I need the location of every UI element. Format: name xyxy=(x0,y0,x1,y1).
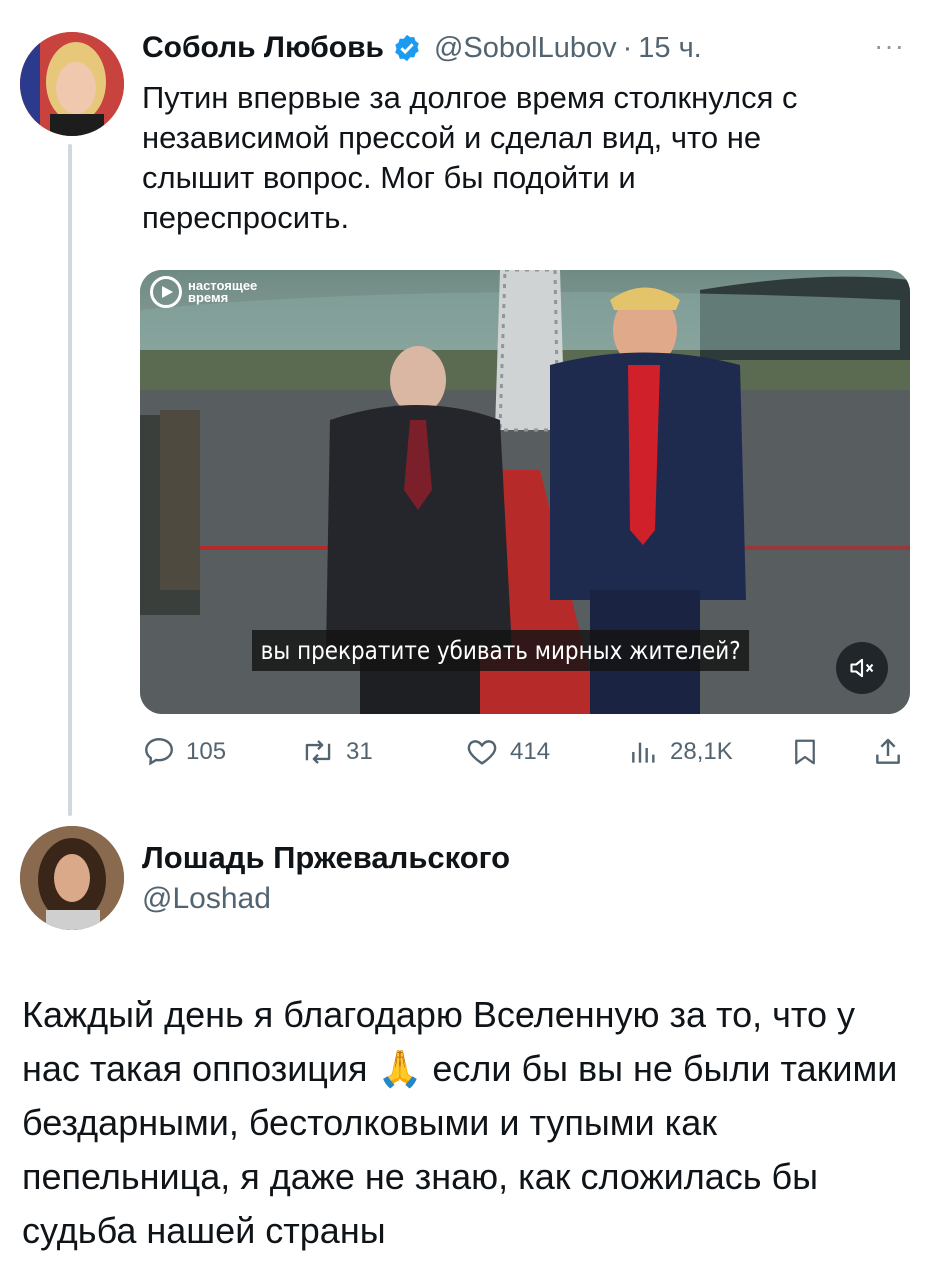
reply-text: Каждый день я благодарю Вселенную за то,… xyxy=(22,988,917,1258)
mute-button[interactable] xyxy=(836,642,888,694)
reply-author-handle[interactable]: @Loshad xyxy=(142,878,510,920)
logo-line-2: время xyxy=(188,290,229,305)
tweet[interactable]: Соболь Любовь @SobolLubov · 15 ч. ··· Пу… xyxy=(0,0,931,820)
reply-count: 105 xyxy=(186,738,227,765)
praying-hands-icon: 🙏 xyxy=(377,1048,423,1089)
thread-line xyxy=(68,144,72,816)
reply-author-avatar[interactable] xyxy=(20,826,124,930)
author-avatar[interactable] xyxy=(20,32,124,136)
repost-icon xyxy=(305,740,331,764)
more-options-icon[interactable]: ··· xyxy=(874,30,905,62)
share-icon xyxy=(876,738,900,764)
repost-count: 31 xyxy=(346,738,373,765)
video-player[interactable]: настоящее время вы прекратите убивать ми… xyxy=(140,270,910,714)
views-icon xyxy=(632,742,655,763)
play-logo-icon xyxy=(150,276,182,308)
tweet-header: Соболь Любовь @SobolLubov · 15 ч. xyxy=(142,26,702,70)
reply-author-name[interactable]: Лошадь Пржевальского xyxy=(142,838,510,878)
like-count: 414 xyxy=(510,738,551,765)
tweet-text: Путин впервые за долгое время столкнулся… xyxy=(142,80,798,235)
author-name[interactable]: Соболь Любовь xyxy=(142,31,384,65)
reply-header: Лошадь Пржевальского @Loshad xyxy=(142,838,510,920)
mute-icon xyxy=(850,658,874,678)
tweet-time[interactable]: 15 ч. xyxy=(638,32,701,65)
verified-badge-icon xyxy=(395,34,419,62)
bookmark-button[interactable] xyxy=(790,728,830,776)
tweet-actions: 105 31 414 28,1K xyxy=(142,728,912,776)
view-count: 28,1K xyxy=(670,738,733,765)
video-subtitle: вы прекратите убивать мирных жителей? xyxy=(252,630,750,671)
channel-logo: настоящее время xyxy=(150,276,257,308)
bookmark-icon xyxy=(795,739,815,765)
heart-icon xyxy=(467,740,497,765)
share-button[interactable] xyxy=(872,728,914,776)
reply-button[interactable]: 105 xyxy=(142,728,226,776)
like-button[interactable]: 414 xyxy=(464,728,550,776)
views-button[interactable]: 28,1K xyxy=(628,728,733,776)
separator-dot: · xyxy=(622,31,633,64)
reply-icon xyxy=(145,738,173,766)
author-handle[interactable]: @SobolLubov xyxy=(434,32,617,65)
repost-button[interactable]: 31 xyxy=(300,728,373,776)
